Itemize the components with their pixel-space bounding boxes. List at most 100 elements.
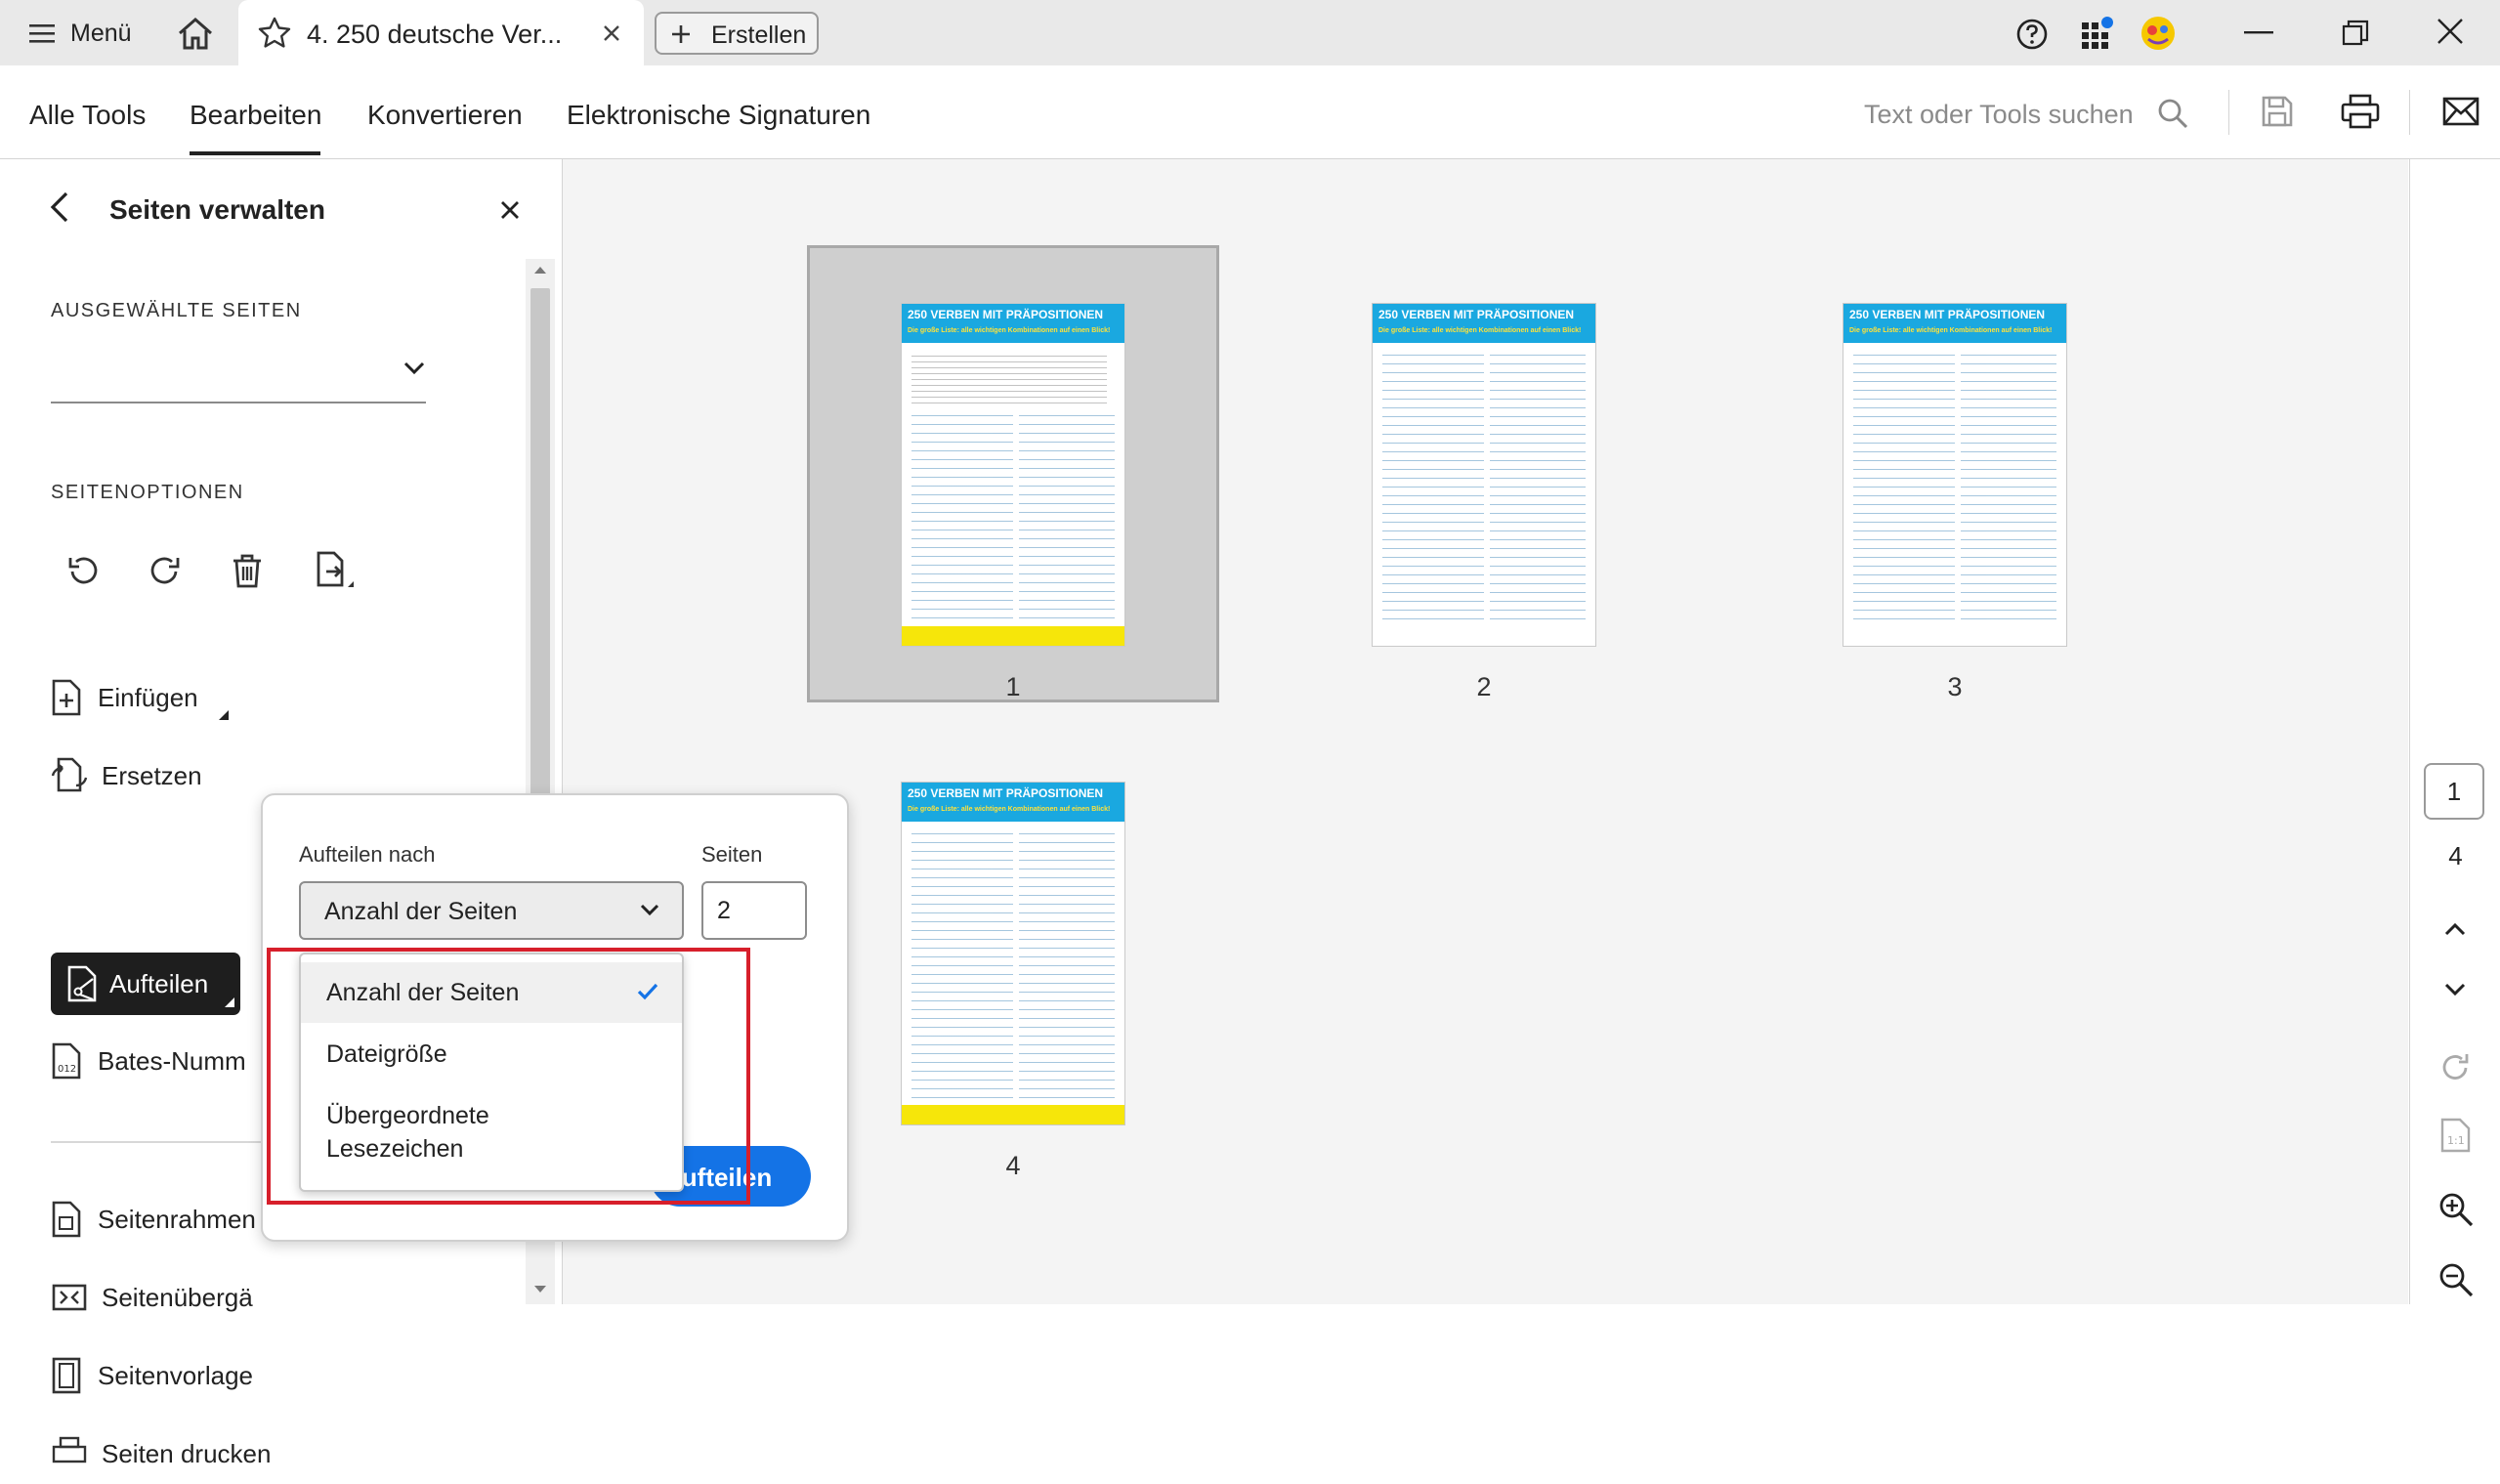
extract-pages-icon[interactable] — [313, 550, 356, 593]
pages-count-input[interactable]: 2 — [701, 881, 807, 940]
page-thumbnail[interactable]: 250 VERBEN MIT PRÄPOSITIONEN Die große Li… — [902, 304, 1124, 646]
split-by-label: Aufteilen nach — [299, 842, 436, 867]
tab-e-signatures[interactable]: Elektronische Signaturen — [567, 100, 870, 131]
page-options-label: SEITENOPTIONEN — [51, 482, 244, 503]
annotation-highlight-box — [267, 948, 750, 1205]
bates-numbering-icon: 012 — [51, 1041, 84, 1081]
thumb-heading: 250 VERBEN MIT PRÄPOSITIONEN — [908, 786, 1104, 800]
bates-label: Bates-Numm — [98, 1045, 246, 1076]
previous-page-icon[interactable] — [2443, 921, 2467, 937]
page-transitions-icon — [51, 1280, 88, 1315]
current-page-input[interactable]: 1 — [2424, 763, 2484, 820]
page-templates-option[interactable]: Seitenvorlage — [51, 1345, 253, 1406]
tab-title: 4. 250 deutsche Ver... — [307, 20, 563, 49]
svg-text:1:1: 1:1 — [2447, 1134, 2465, 1147]
main-toolbar: Alle Tools Bearbeiten Konvertieren Elekt… — [0, 65, 2500, 159]
mail-icon[interactable] — [2442, 97, 2479, 126]
save-icon[interactable] — [2261, 95, 2294, 128]
tab-edit[interactable]: Bearbeiten — [190, 100, 321, 131]
menu-button[interactable]: Menü — [27, 14, 132, 53]
rotate-right-icon[interactable] — [147, 552, 184, 589]
pages-count-value: 2 — [717, 897, 731, 924]
total-pages: 4 — [2448, 841, 2463, 870]
split-label: Aufteilen — [109, 968, 209, 998]
zoom-out-icon[interactable] — [2437, 1261, 2475, 1298]
thumbnail-page-number: 4 — [1005, 1151, 1021, 1180]
tab-all-tools[interactable]: Alle Tools — [29, 100, 146, 131]
search-field[interactable]: Text oder Tools suchen — [1856, 93, 2208, 134]
panel-scrollbar-thumb[interactable] — [530, 288, 550, 835]
split-page-icon — [66, 964, 100, 1003]
page-boxes-label: Seitenrahmen — [98, 1204, 256, 1234]
tab-convert[interactable]: Konvertieren — [367, 100, 523, 131]
selected-pages-dropdown[interactable] — [51, 345, 426, 403]
menu-label: Menü — [70, 19, 132, 47]
thumb-heading: 250 VERBEN MIT PRÄPOSITIONEN — [908, 308, 1104, 321]
page-templates-icon — [51, 1356, 84, 1395]
plus-icon — [670, 23, 692, 45]
scroll-up-icon[interactable] — [533, 265, 547, 275]
chevron-down-icon — [639, 903, 660, 917]
replace-page-icon — [51, 756, 88, 795]
page-boxes-icon — [51, 1200, 84, 1239]
home-icon[interactable] — [176, 16, 215, 51]
print-icon[interactable] — [2341, 94, 2380, 129]
page-thumbnail[interactable]: 250 VERBEN MIT PRÄPOSITIONEN Die große Li… — [1373, 304, 1595, 646]
pages-label: Seiten — [701, 842, 763, 867]
star-icon[interactable] — [258, 17, 291, 48]
actual-size-icon[interactable]: 1:1 — [2439, 1117, 2473, 1154]
scroll-down-icon[interactable] — [533, 1285, 547, 1294]
page-thumbnail[interactable]: 250 VERBEN MIT PRÄPOSITIONEN Die große Li… — [1843, 304, 2066, 646]
toolbar-divider — [2409, 90, 2410, 135]
chevron-down-icon — [403, 360, 426, 376]
zoom-in-icon[interactable] — [2437, 1191, 2475, 1228]
thumb-heading: 250 VERBEN MIT PRÄPOSITIONEN — [1378, 308, 1575, 321]
help-icon[interactable] — [2015, 18, 2049, 51]
replace-label: Ersetzen — [102, 760, 202, 790]
submenu-corner-icon — [219, 710, 229, 720]
document-tab[interactable]: 4. 250 deutsche Ver... — [238, 0, 644, 65]
avatar[interactable] — [2140, 16, 2176, 51]
bates-option[interactable]: 012 Bates-Numm — [51, 1031, 246, 1091]
submenu-corner-icon — [225, 997, 234, 1007]
restore-icon[interactable] — [2342, 20, 2369, 47]
next-page-icon[interactable] — [2443, 982, 2467, 997]
thumbnail-page-number: 3 — [1947, 672, 1963, 701]
thumb-subheading: Die große Liste: alle wichtigen Kombinat… — [908, 806, 1111, 813]
close-panel-icon[interactable] — [500, 200, 520, 220]
toolbar-divider — [2228, 90, 2229, 135]
thumbnail-page-number: 1 — [1005, 672, 1021, 701]
close-window-icon[interactable] — [2436, 18, 2464, 45]
print-pages-label: Seiten drucken — [102, 1438, 272, 1468]
thumb-subheading: Die große Liste: alle wichtigen Kombinat… — [1378, 327, 1582, 334]
search-input[interactable]: Text oder Tools suchen — [1864, 100, 2134, 130]
delete-icon[interactable] — [229, 552, 266, 589]
print-pages-option[interactable]: Seiten drucken — [51, 1423, 271, 1484]
insert-label: Einfügen — [98, 682, 198, 712]
thumb-heading: 250 VERBEN MIT PRÄPOSITIONEN — [1849, 308, 2046, 321]
print-pages-icon — [51, 1436, 88, 1471]
page-templates-label: Seitenvorlage — [98, 1360, 253, 1390]
split-by-select[interactable]: Anzahl der Seiten — [299, 881, 684, 940]
selected-pages-label: AUSGEWÄHLTE SEITEN — [51, 300, 302, 321]
page-thumbnail[interactable]: 250 VERBEN MIT PRÄPOSITIONEN Die große Li… — [902, 783, 1124, 1124]
back-arrow-icon[interactable] — [47, 191, 72, 224]
panel-title: Seiten verwalten — [109, 194, 325, 225]
insert-option[interactable]: Einfügen — [51, 667, 229, 728]
thumbnail-page-number: 2 — [1476, 672, 1492, 701]
rotate-left-icon[interactable] — [64, 552, 102, 589]
create-button[interactable]: Erstellen — [655, 12, 819, 55]
page-boxes-option[interactable]: Seitenrahmen — [51, 1189, 256, 1250]
page-transitions-option[interactable]: Seitenübergä — [51, 1267, 253, 1328]
create-label: Erstellen — [711, 21, 807, 49]
search-icon[interactable] — [2156, 97, 2189, 130]
page-navigation-rail: 1 4 1:1 — [2409, 159, 2500, 1304]
close-tab-icon[interactable] — [602, 23, 621, 43]
apps-grid-icon[interactable] — [2078, 15, 2115, 52]
svg-text:012: 012 — [58, 1064, 76, 1075]
rotate-view-icon[interactable] — [2437, 1050, 2473, 1085]
replace-option[interactable]: Ersetzen — [51, 745, 202, 806]
split-option[interactable]: Aufteilen — [51, 953, 240, 1015]
minimize-icon[interactable] — [2244, 31, 2273, 35]
insert-page-icon — [51, 678, 84, 717]
